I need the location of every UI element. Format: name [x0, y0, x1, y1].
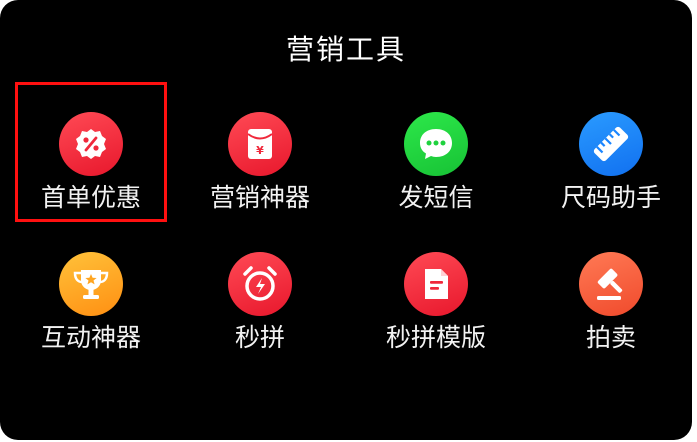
alarm-clock-icon: [228, 252, 292, 316]
tool-first-order-discount[interactable]: 首单优惠: [15, 82, 167, 222]
tool-label: 秒拼模版: [385, 323, 486, 352]
tool-auction[interactable]: 拍卖: [535, 222, 687, 362]
tool-interaction-artifact[interactable]: 互动神器: [15, 222, 167, 362]
tool-marketing-artifact[interactable]: ¥ 营销神器: [184, 82, 336, 222]
document-template-icon: [404, 252, 468, 316]
discount-badge-icon: [59, 112, 123, 176]
tool-send-sms[interactable]: 发短信: [360, 82, 512, 222]
trophy-icon: [59, 252, 123, 316]
red-envelope-icon: ¥: [228, 112, 292, 176]
tool-label: 首单优惠: [40, 183, 141, 212]
tool-label: 营销神器: [209, 183, 310, 212]
marketing-tools-panel: 营销工具 首单优惠 ¥ 营销神器 发短信 尺码助手 互动神器 秒拼 秒拼模版 拍…: [0, 0, 692, 440]
tool-label: 秒拼: [234, 323, 285, 352]
panel-title: 营销工具: [285, 33, 406, 66]
tool-label: 尺码助手: [560, 183, 661, 212]
tool-label: 发短信: [398, 183, 474, 212]
svg-text:¥: ¥: [256, 144, 264, 157]
tool-label: 拍卖: [585, 323, 636, 352]
tool-flash-group-template[interactable]: 秒拼模版: [360, 222, 512, 362]
chat-bubble-icon: [404, 112, 468, 176]
auction-hammer-icon: [579, 252, 643, 316]
tool-size-assistant[interactable]: 尺码助手: [535, 82, 687, 222]
ruler-icon: [579, 112, 643, 176]
tool-label: 互动神器: [40, 323, 141, 352]
tool-flash-group[interactable]: 秒拼: [184, 222, 336, 362]
